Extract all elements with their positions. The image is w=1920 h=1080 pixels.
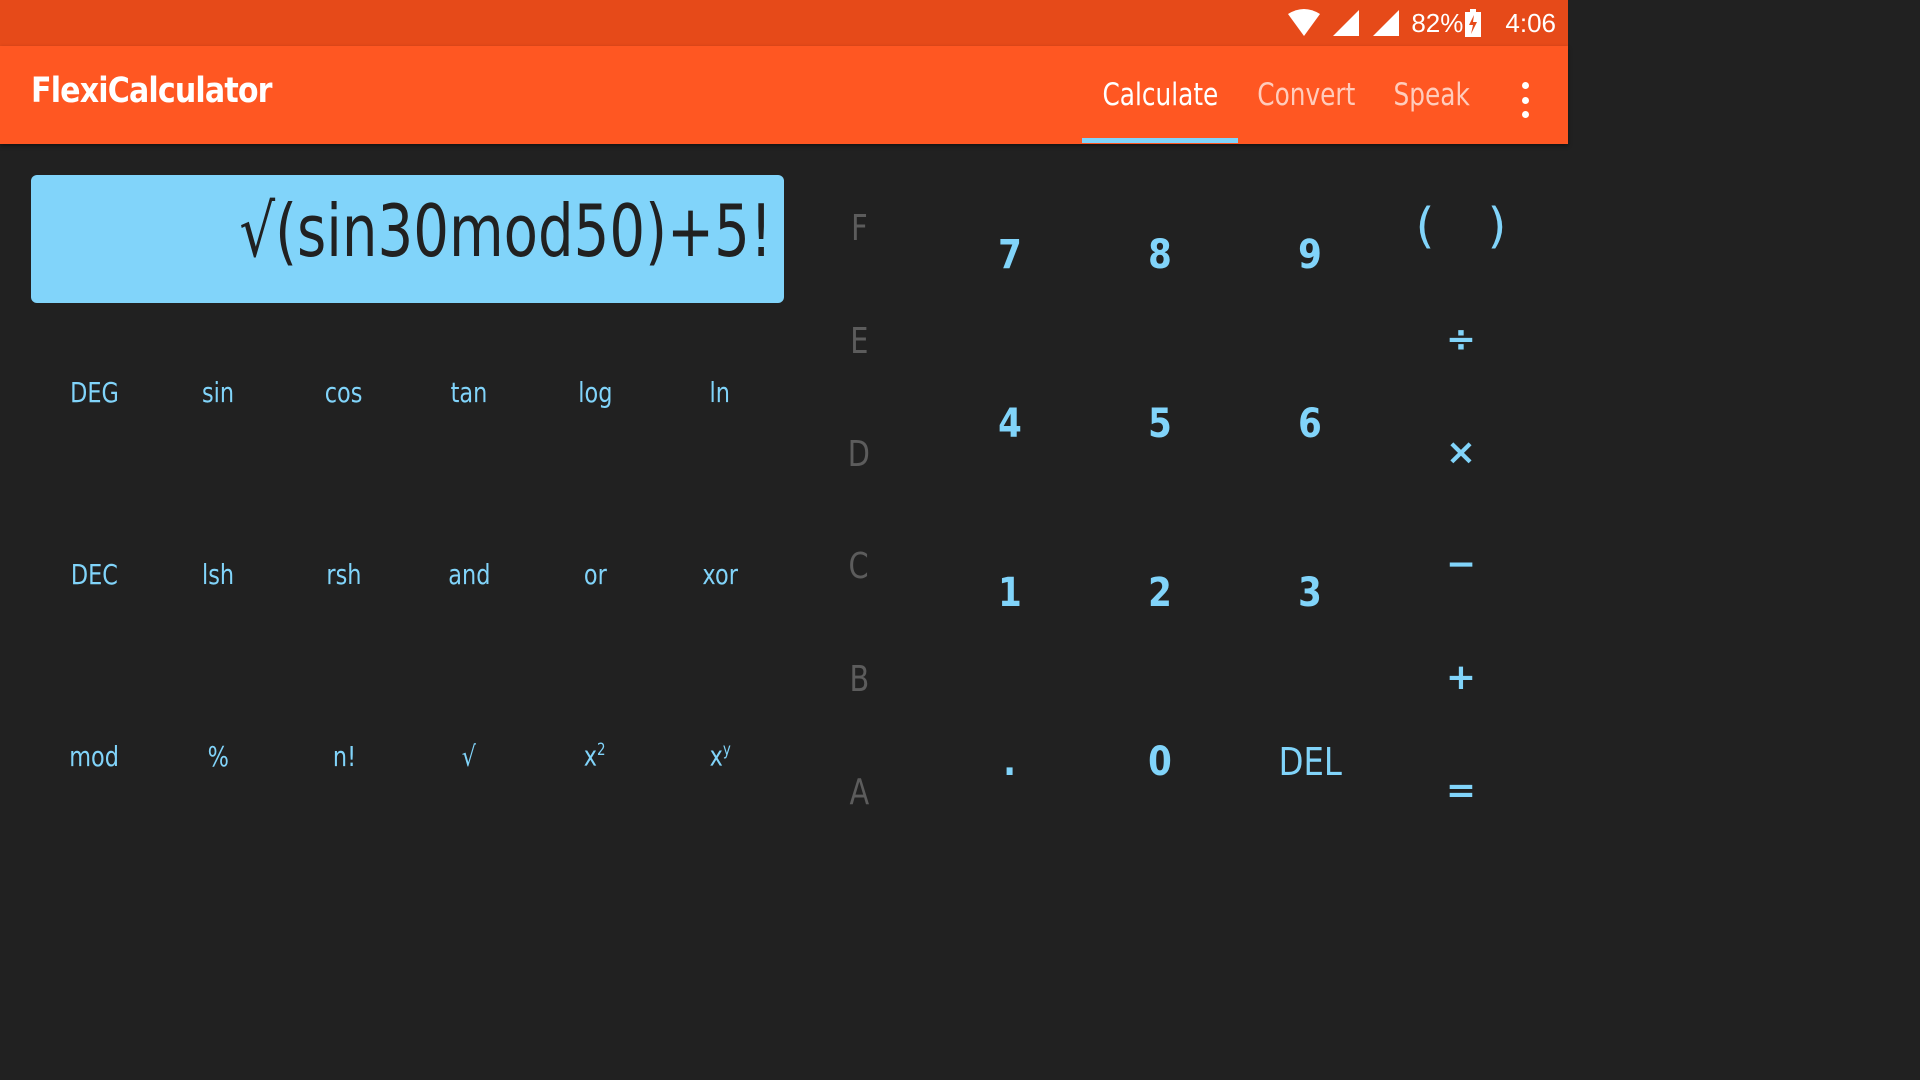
hex-f-button[interactable]: F (829, 198, 889, 258)
tab-calculate[interactable]: Calculate (1082, 46, 1238, 144)
tab-calculate-label: Calculate (1102, 77, 1218, 113)
digit-3-button[interactable]: 3 (1250, 558, 1370, 628)
sin-button[interactable]: sin (158, 362, 278, 422)
tab-indicator (1082, 138, 1238, 143)
signal-icon-2 (1373, 10, 1400, 36)
digit-4-button[interactable]: 4 (950, 389, 1070, 459)
signal-icon (1333, 10, 1360, 36)
decimal-button[interactable]: . (950, 727, 1070, 797)
divide-button[interactable]: ÷ (1421, 309, 1501, 369)
hex-e-button[interactable]: E (829, 311, 889, 371)
tab-convert-label: Convert (1256, 77, 1356, 113)
digit-2-button[interactable]: 2 (1100, 558, 1220, 628)
dec-button[interactable]: DEC (34, 544, 154, 604)
status-bar: 82% 4:06 (0, 0, 1568, 46)
expression-text: √(sin30mod50)+5! (238, 189, 772, 273)
log-button[interactable]: log (535, 362, 655, 422)
tab-convert[interactable]: Convert (1238, 46, 1374, 144)
digit-6-button[interactable]: 6 (1250, 389, 1370, 459)
clock: 4:06 (1505, 7, 1556, 38)
hex-a-button[interactable]: A (829, 762, 889, 822)
hex-d-button[interactable]: D (829, 424, 889, 484)
tan-button[interactable]: tan (409, 362, 529, 422)
tab-speak[interactable]: Speak (1374, 46, 1490, 144)
digit-9-button[interactable]: 9 (1250, 220, 1370, 290)
hex-b-button[interactable]: B (829, 649, 889, 709)
app-title: FlexiCalculator (31, 71, 273, 111)
subtract-button[interactable]: − (1421, 534, 1501, 594)
add-button[interactable]: + (1421, 647, 1501, 707)
hex-c-button[interactable]: C (829, 536, 889, 596)
multiply-button[interactable]: × (1421, 422, 1501, 482)
digit-5-button[interactable]: 5 (1100, 389, 1220, 459)
mod-button[interactable]: mod (34, 726, 154, 786)
sqrt-button[interactable]: √ (409, 726, 529, 786)
open-paren-button[interactable]: ( (1395, 196, 1455, 256)
power-button[interactable]: xy (660, 726, 780, 786)
or-button[interactable]: or (535, 544, 655, 604)
close-paren-button[interactable]: ) (1467, 196, 1527, 256)
wifi-icon (1288, 9, 1321, 36)
digit-1-button[interactable]: 1 (950, 558, 1070, 628)
xor-button[interactable]: xor (660, 544, 780, 604)
ln-button[interactable]: ln (660, 362, 780, 422)
cos-button[interactable]: cos (284, 362, 404, 422)
and-button[interactable]: and (409, 544, 529, 604)
square-button[interactable]: x2 (535, 726, 655, 786)
percent-button[interactable]: % (158, 726, 278, 786)
battery-percent: 82% (1411, 7, 1464, 38)
app-bar: FlexiCalculator Calculate Convert Speak (0, 46, 1568, 144)
digit-0-button[interactable]: 0 (1100, 727, 1220, 797)
digit-7-button[interactable]: 7 (950, 220, 1070, 290)
expression-display[interactable]: √(sin30mod50)+5! (31, 175, 784, 303)
overflow-menu-icon[interactable] (1510, 82, 1540, 118)
deg-button[interactable]: DEG (34, 362, 154, 422)
rsh-button[interactable]: rsh (284, 544, 404, 604)
battery-icon (1465, 9, 1482, 37)
factorial-button[interactable]: n! (284, 726, 404, 786)
lsh-button[interactable]: lsh (158, 544, 278, 604)
tab-speak-label: Speak (1393, 77, 1471, 113)
delete-button[interactable]: DEL (1250, 727, 1370, 797)
equals-button[interactable]: = (1421, 760, 1501, 820)
digit-8-button[interactable]: 8 (1100, 220, 1220, 290)
